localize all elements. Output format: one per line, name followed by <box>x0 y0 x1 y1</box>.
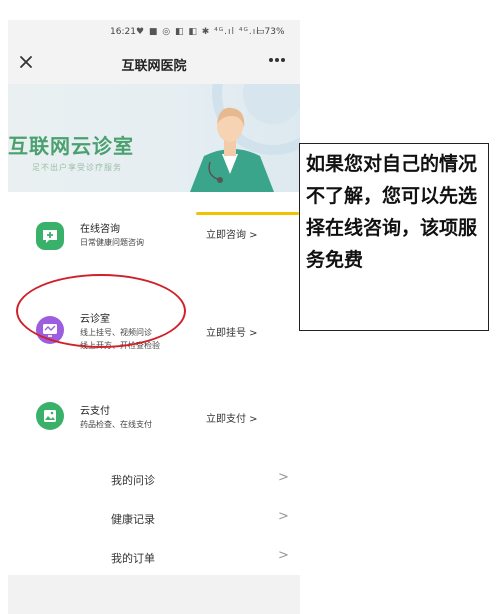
highlight-circle <box>16 274 186 348</box>
chat-plus-icon <box>36 222 64 250</box>
main-content: 在线咨询 日常健康问题咨询 立即咨询 > 云诊室 线上挂号、视频问诊 线上开方、… <box>8 192 300 614</box>
menu-item-my-consultations[interactable]: 我的问诊 > <box>8 468 300 496</box>
service-cloud-pay[interactable]: 云支付 药品检查、在线支付 立即支付 > <box>8 388 300 448</box>
chevron-right-icon: > <box>278 509 289 524</box>
annotation-callout: 如果您对自己的情况不了解，您可以先选择在线咨询，该项服务免费 <box>299 143 489 331</box>
chevron-right-icon: > <box>278 548 289 563</box>
battery-indicator: ▭73% <box>256 27 285 37</box>
banner[interactable]: 互联网云诊室 足不出户享受诊疗服务 <box>8 84 300 192</box>
page-title: 互联网医院 <box>121 59 187 74</box>
header-bar: 互联网医院 <box>8 48 300 80</box>
bottom-spacer <box>8 575 300 614</box>
status-indicators: ♥ ■ ◎ ◧ ◧ ✱ ⁴ᴳ.ıl ⁴ᴳ.ıl <box>136 27 260 37</box>
banner-title: 互联网云诊室 <box>8 134 134 158</box>
chevron-right-icon: > <box>278 470 289 485</box>
register-now-button[interactable]: 立即挂号 > <box>206 324 258 339</box>
menu-label: 健康记录 <box>111 513 155 526</box>
service-name: 在线咨询 <box>80 224 120 235</box>
status-time: 16:21 <box>110 27 136 37</box>
more-icon[interactable] <box>266 48 288 72</box>
pay-now-button[interactable]: 立即支付 > <box>206 410 258 425</box>
image-icon <box>36 402 64 430</box>
menu-item-my-orders[interactable]: 我的订单 > <box>8 546 300 574</box>
service-desc: 日常健康问题咨询 <box>80 238 144 247</box>
consult-now-button[interactable]: 立即咨询 > <box>206 226 258 241</box>
menu-label: 我的订单 <box>111 552 155 565</box>
service-name: 云支付 <box>80 406 110 417</box>
service-desc: 药品检查、在线支付 <box>80 420 152 429</box>
banner-subtitle: 足不出户享受诊疗服务 <box>32 163 122 172</box>
menu-item-health-records[interactable]: 健康记录 > <box>8 507 300 535</box>
annotation-pointer-line <box>196 212 299 215</box>
service-online-consult[interactable]: 在线咨询 日常健康问题咨询 立即咨询 > <box>8 212 300 272</box>
menu-label: 我的问诊 <box>111 474 155 487</box>
status-bar: 16:21 ♥ ■ ◎ ◧ ◧ ✱ ⁴ᴳ.ıl ⁴ᴳ.ıl ▭73% <box>8 20 300 48</box>
